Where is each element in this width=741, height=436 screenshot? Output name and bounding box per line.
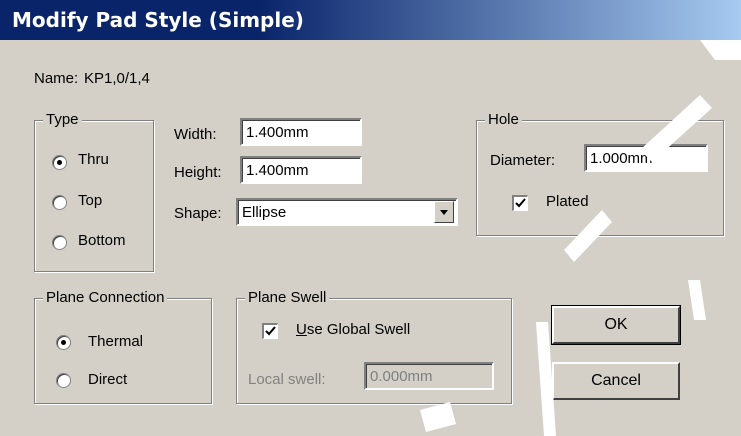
width-input[interactable]: 1.400mm <box>240 118 362 146</box>
use-global-swell-label[interactable]: Use Global Swell <box>296 321 410 338</box>
plane-direct-label[interactable]: Direct <box>88 371 127 388</box>
height-input[interactable]: 1.400mm <box>240 156 362 184</box>
plated-label[interactable]: Plated <box>546 193 589 210</box>
local-swell-label: Local swell: <box>248 371 326 388</box>
plane-connection-group: Plane Connection <box>34 289 212 404</box>
plane-connection-legend: Plane Connection <box>43 289 168 307</box>
diameter-label: Diameter: <box>490 152 556 169</box>
type-thru-radio[interactable] <box>52 155 67 170</box>
hole-legend: Hole <box>485 111 522 129</box>
title-bar[interactable]: Modify Pad Style (Simple) <box>0 0 741 40</box>
plane-swell-legend: Plane Swell <box>245 289 330 307</box>
type-top-radio[interactable] <box>52 195 67 210</box>
height-label: Height: <box>174 164 222 181</box>
use-global-swell-mnemonic: U <box>296 321 307 338</box>
window-title: Modify Pad Style (Simple) <box>12 8 304 32</box>
shape-value: Ellipse <box>242 204 287 221</box>
checkmark-icon <box>515 198 526 208</box>
name-value: KP1,0/1,4 <box>84 70 150 87</box>
type-bottom-label[interactable]: Bottom <box>78 232 126 249</box>
chevron-down-icon <box>440 210 448 215</box>
plane-thermal-radio[interactable] <box>56 335 71 350</box>
use-global-swell-checkbox[interactable] <box>262 323 278 339</box>
type-bottom-radio[interactable] <box>52 235 67 250</box>
plated-checkbox[interactable] <box>512 195 528 211</box>
shape-select[interactable]: Ellipse <box>236 198 458 226</box>
cancel-button[interactable]: Cancel <box>552 362 680 400</box>
name-label: Name: <box>34 70 79 87</box>
modify-pad-style-dialog: Modify Pad Style (Simple) Name: KP1,0/1,… <box>0 0 741 436</box>
type-thru-label[interactable]: Thru <box>78 151 109 168</box>
local-swell-input[interactable]: 0.000mm <box>364 362 494 390</box>
hole-group: Hole <box>476 111 724 236</box>
diameter-input[interactable]: 1.000mm <box>584 144 708 172</box>
width-label: Width: <box>174 126 217 143</box>
plane-thermal-label[interactable]: Thermal <box>88 333 143 350</box>
plane-direct-radio[interactable] <box>56 373 71 388</box>
shape-label: Shape: <box>174 205 222 222</box>
type-legend: Type <box>43 111 82 129</box>
type-top-label[interactable]: Top <box>78 192 102 209</box>
checkmark-icon <box>265 326 276 336</box>
shape-dropdown-button[interactable] <box>434 201 454 223</box>
use-global-swell-text: se Global Swell <box>306 321 411 338</box>
ok-button[interactable]: OK <box>551 305 681 345</box>
